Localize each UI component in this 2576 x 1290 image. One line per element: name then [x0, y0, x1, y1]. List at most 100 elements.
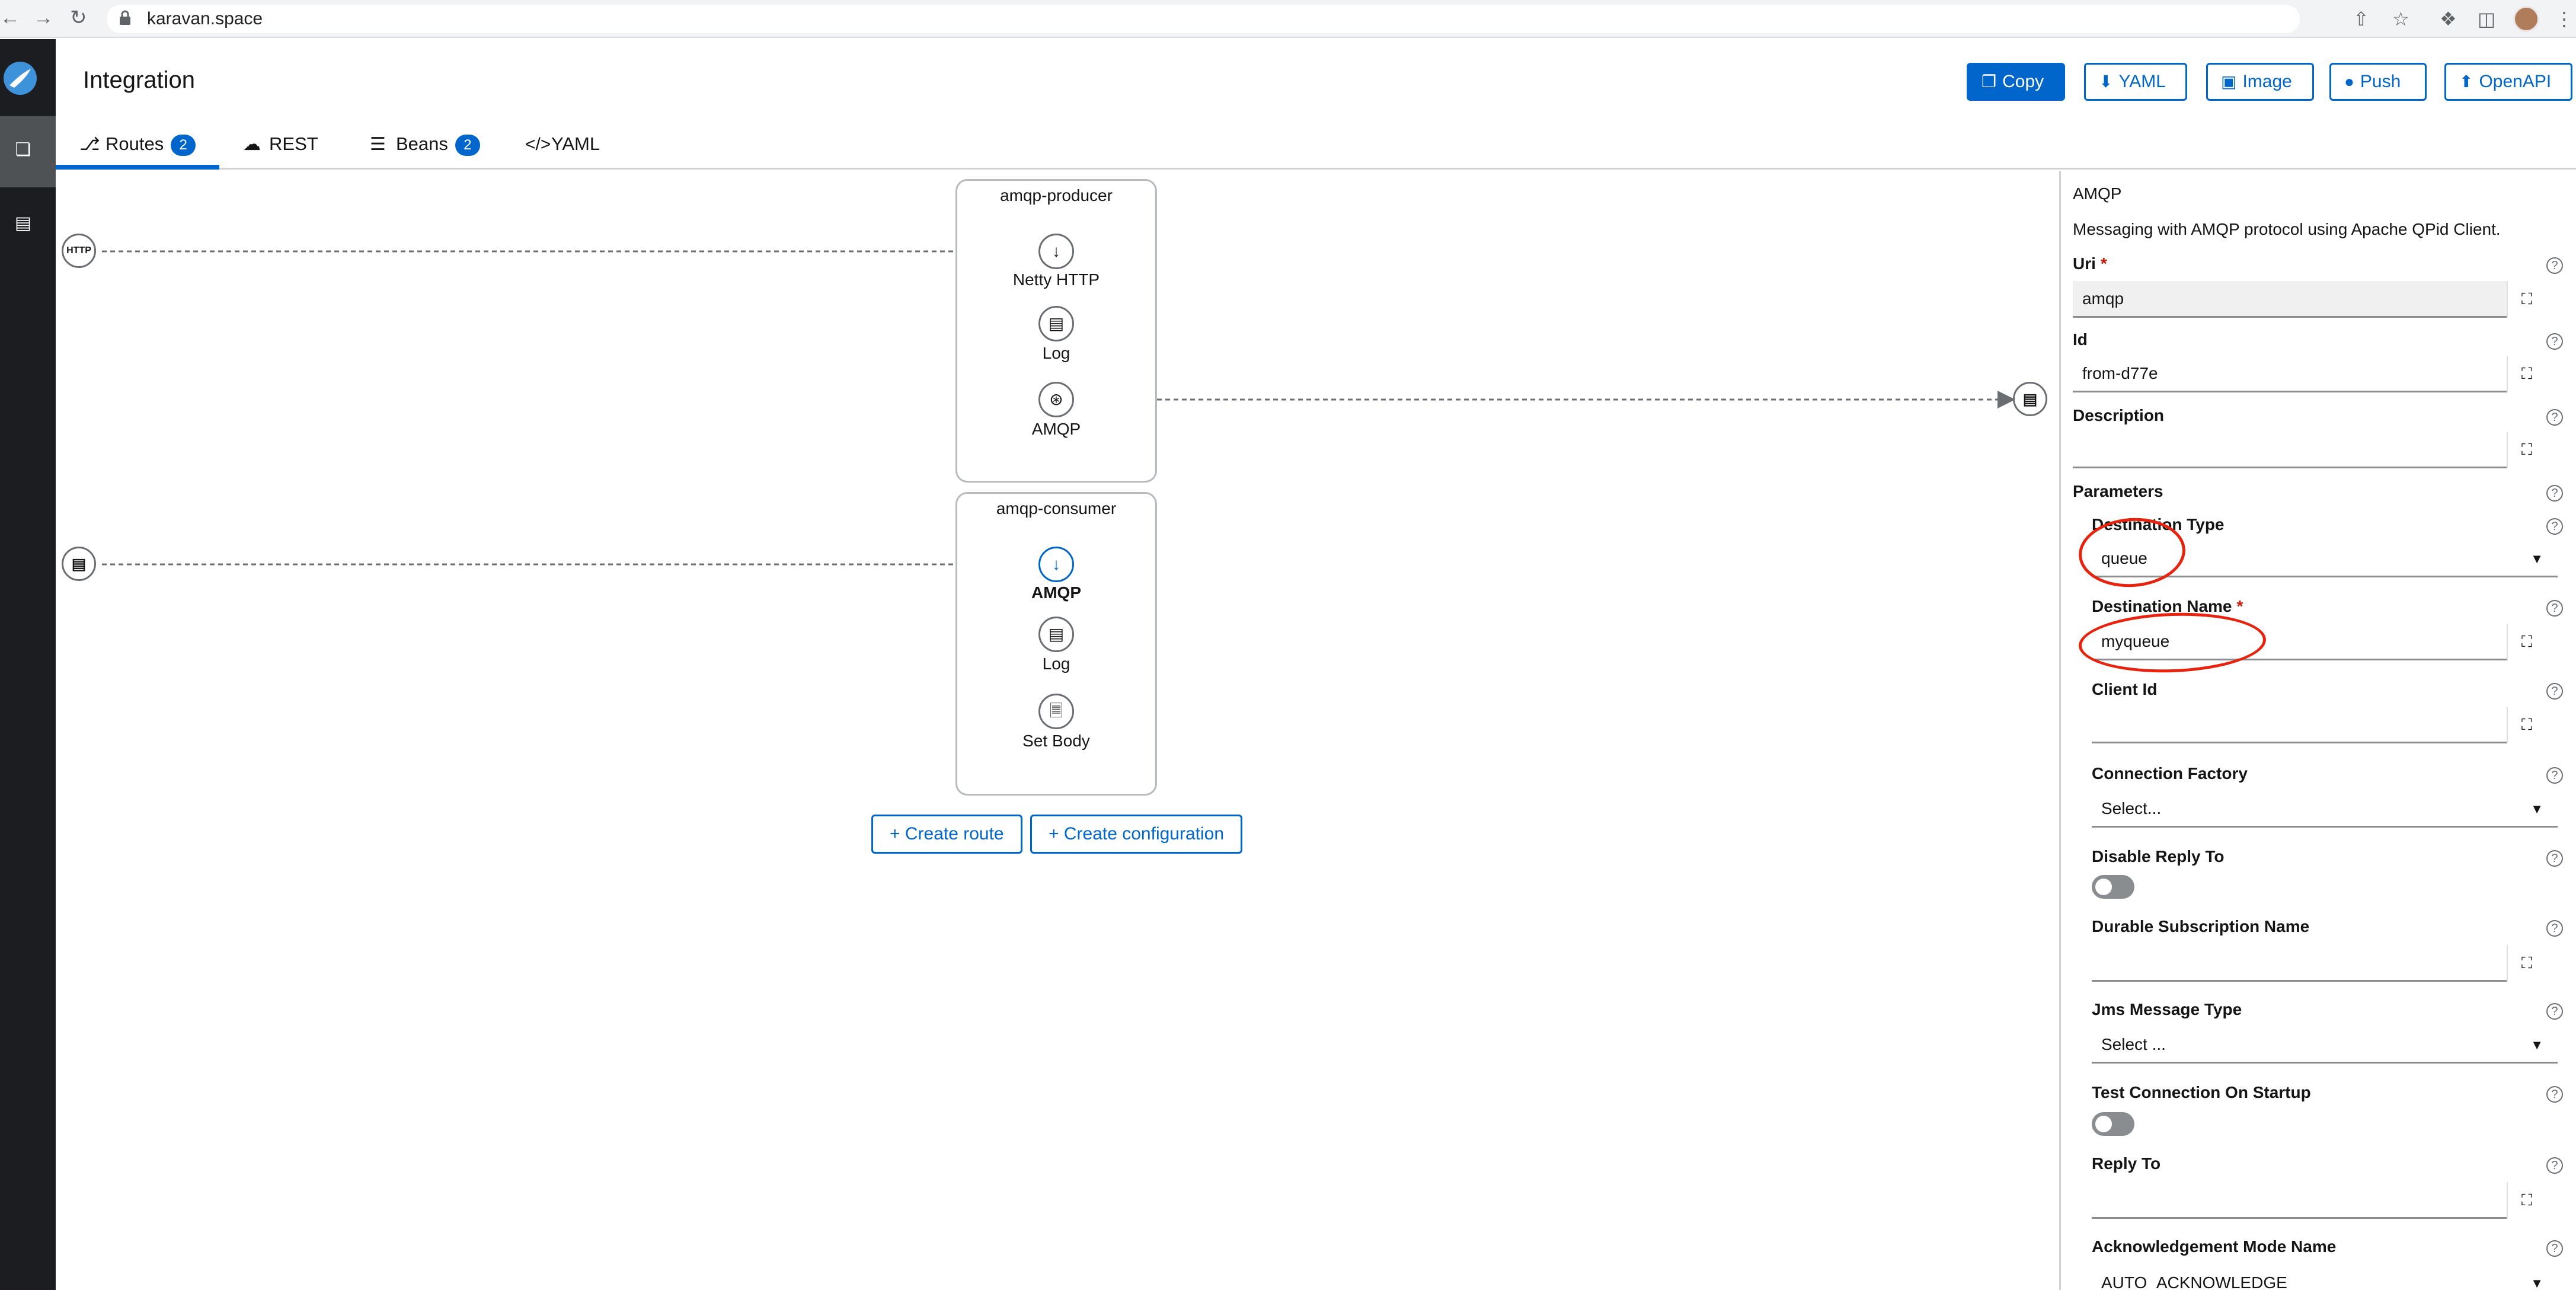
- caret-down-icon: ▼: [2530, 802, 2543, 816]
- expand-icon[interactable]: ⛶: [2507, 281, 2546, 318]
- acknowledgement-mode-name-label: Acknowledgement Mode Name: [2092, 1237, 2337, 1256]
- help-icon[interactable]: ?: [2546, 850, 2563, 867]
- copy-icon: ❐: [1981, 72, 1997, 91]
- caret-down-icon: ▼: [2530, 551, 2543, 566]
- expand-icon[interactable]: ⛶: [2507, 356, 2546, 392]
- image-icon: ▣: [2221, 72, 2237, 91]
- extensions-icon[interactable]: ❖: [2440, 6, 2457, 32]
- create-configuration-button[interactable]: + Create configuration: [1030, 815, 1243, 854]
- share-icon[interactable]: ⇧: [2353, 6, 2369, 32]
- log-icon[interactable]: ▤: [1038, 306, 1074, 341]
- id-label: Id: [2073, 330, 2088, 349]
- help-icon[interactable]: ?: [2546, 1157, 2563, 1174]
- routes-icon: ⎇: [79, 135, 100, 154]
- star-icon[interactable]: ☆: [2392, 6, 2409, 32]
- expand-icon[interactable]: ⛶: [2507, 1182, 2546, 1219]
- step-label[interactable]: Log: [997, 343, 1116, 364]
- durable-subscription-name-label: Durable Subscription Name: [2092, 917, 2310, 935]
- help-icon[interactable]: ?: [2546, 257, 2563, 274]
- back-icon[interactable]: ←: [0, 6, 20, 30]
- side-panel-icon[interactable]: ◫: [2478, 6, 2495, 32]
- test-connection-on-startup-toggle[interactable]: [2092, 1112, 2134, 1136]
- expand-icon[interactable]: ⛶: [2507, 945, 2546, 982]
- queue-endpoint-icon[interactable]: ▤: [62, 547, 96, 581]
- uri-label: Uri *: [2073, 254, 2107, 273]
- connection-factory-label: Connection Factory: [2092, 764, 2248, 783]
- connection-factory-select[interactable]: Select... ▼: [2092, 791, 2558, 828]
- help-icon[interactable]: ?: [2546, 1086, 2563, 1103]
- help-icon[interactable]: ?: [2546, 683, 2563, 700]
- expand-icon[interactable]: ⛶: [2507, 624, 2546, 660]
- plus-icon: +: [1049, 824, 1064, 844]
- address-bar[interactable]: [107, 5, 2300, 33]
- reply-to-label: Reply To: [2092, 1154, 2161, 1173]
- client-id-label: Client Id: [2092, 680, 2158, 698]
- queue-endpoint-icon[interactable]: ▤: [2013, 382, 2047, 416]
- tab-yaml[interactable]: </>YAML: [525, 130, 600, 158]
- durable-subscription-name-field[interactable]: [2092, 945, 2507, 982]
- arrow-down-icon[interactable]: ↓: [1038, 234, 1074, 269]
- jms-message-type-select[interactable]: Select ... ▼: [2092, 1027, 2558, 1064]
- book-icon[interactable]: ▤: [13, 213, 33, 234]
- upload-icon: ⬆: [2459, 72, 2473, 91]
- cloud-icon: ☁: [243, 135, 261, 154]
- forward-icon[interactable]: →: [33, 6, 53, 30]
- reload-icon[interactable]: ↻: [70, 6, 87, 30]
- help-icon[interactable]: ?: [2546, 1003, 2563, 1020]
- step-label-selected[interactable]: AMQP: [997, 582, 1116, 604]
- image-download-button[interactable]: ▣ Image: [2206, 63, 2314, 101]
- create-route-button[interactable]: + Create route: [871, 815, 1022, 854]
- openapi-upload-button[interactable]: ⬆ OpenAPI: [2444, 63, 2572, 101]
- browser-toolbar: ← → ↻ karavan.space ⇧ ☆ ❖ ◫ ⋮: [0, 0, 2576, 38]
- help-icon[interactable]: ?: [2546, 518, 2563, 535]
- description-label: Description: [2073, 406, 2165, 424]
- client-id-field[interactable]: [2092, 707, 2507, 743]
- tab-bar: ⎇ Routes 2 ☁ REST ☰ Beans 2 </>YAML: [56, 119, 2576, 170]
- route-name: amqp-consumer: [996, 499, 1117, 518]
- plug-icon[interactable]: ⊛: [1038, 382, 1074, 417]
- help-icon[interactable]: ?: [2546, 920, 2563, 937]
- help-icon[interactable]: ?: [2546, 1240, 2563, 1257]
- http-endpoint-icon[interactable]: HTTP: [62, 234, 96, 268]
- help-icon[interactable]: ?: [2546, 333, 2563, 350]
- plus-icon: +: [890, 824, 905, 844]
- download-icon: ⬇: [2099, 72, 2113, 91]
- step-label[interactable]: Set Body: [997, 730, 1116, 752]
- step-label[interactable]: Log: [997, 653, 1116, 675]
- help-icon[interactable]: ?: [2546, 600, 2563, 617]
- expand-icon[interactable]: ⛶: [2507, 432, 2546, 468]
- step-label[interactable]: Netty HTTP: [997, 269, 1116, 290]
- disable-reply-to-toggle[interactable]: [2092, 875, 2134, 899]
- jms-message-type-label: Jms Message Type: [2092, 1000, 2242, 1018]
- acknowledgement-mode-name-select[interactable]: AUTO_ACKNOWLEDGE ▼: [2092, 1265, 2558, 1290]
- help-icon[interactable]: ?: [2546, 409, 2563, 426]
- tab-rest[interactable]: ☁ REST: [243, 130, 318, 158]
- active-tab-indicator: [56, 165, 219, 170]
- avatar[interactable]: [2513, 6, 2539, 32]
- copy-pages-icon[interactable]: ❏: [13, 140, 33, 160]
- test-connection-on-startup-label: Test Connection On Startup: [2092, 1083, 2311, 1101]
- reply-to-field[interactable]: [2092, 1182, 2507, 1219]
- help-icon[interactable]: ?: [2546, 485, 2563, 502]
- description-field[interactable]: [2073, 432, 2507, 468]
- yaml-download-button[interactable]: ⬇ YAML: [2084, 63, 2187, 101]
- karavan-logo-icon[interactable]: [4, 62, 37, 95]
- properties-panel: AMQP Messaging with AMQP protocol using …: [2059, 171, 2576, 1290]
- kebab-menu-icon[interactable]: ⋮: [2555, 6, 2574, 32]
- expand-icon[interactable]: ⛶: [2507, 707, 2546, 743]
- document-icon[interactable]: 🗏: [1038, 694, 1074, 729]
- sliders-icon: ☰: [370, 135, 386, 154]
- log-icon[interactable]: ▤: [1038, 617, 1074, 652]
- route-designer-canvas: HTTP ▤ ▤ amqp-producer ↓ Netty HTTP ▤ Lo…: [56, 171, 2059, 1290]
- annotation-ellipse: [2078, 609, 2267, 676]
- help-icon[interactable]: ?: [2546, 767, 2563, 784]
- arrow-down-icon[interactable]: ↓: [1038, 547, 1074, 582]
- push-button[interactable]: ● Push: [2329, 63, 2427, 101]
- tab-beans[interactable]: ☰ Beans 2: [370, 130, 480, 158]
- url-text[interactable]: karavan.space: [147, 7, 263, 31]
- beans-count-badge: 2: [455, 134, 480, 156]
- id-field[interactable]: from-d77e: [2073, 356, 2507, 392]
- copy-button[interactable]: ❐ Copy: [1967, 63, 2065, 101]
- tab-routes[interactable]: ⎇ Routes 2: [79, 130, 196, 158]
- step-label[interactable]: AMQP: [997, 419, 1116, 440]
